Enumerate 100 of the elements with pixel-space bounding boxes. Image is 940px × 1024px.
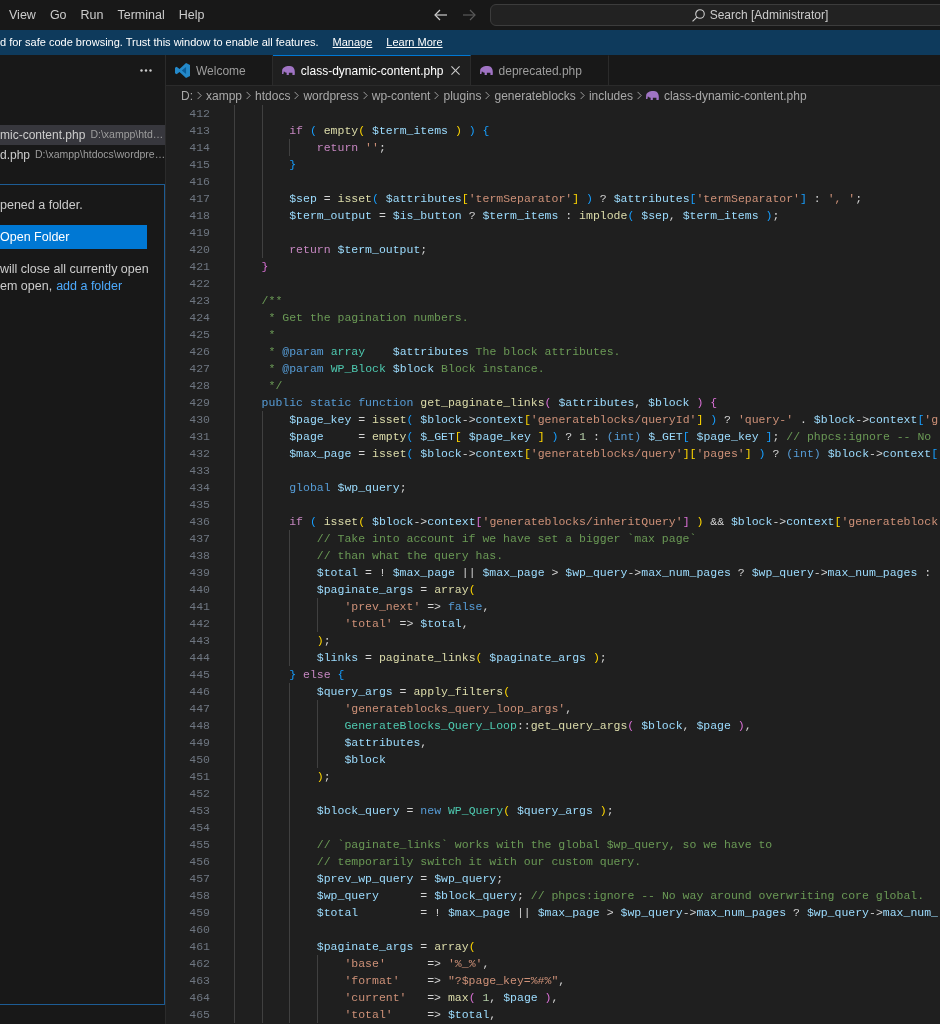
line-number: 418	[189, 208, 210, 224]
code-line: * Get the pagination numbers.	[267, 310, 469, 326]
line-number: 452	[189, 786, 210, 802]
code-line: $sep = isset( $attributes['termSeparator'] ) ? $attributes['termSeparator'] : ', ';	[289, 191, 863, 207]
menu-item[interactable]: Help	[171, 4, 212, 26]
code-line: 'prev_next' => false,	[344, 599, 490, 615]
line-number: 425	[189, 327, 210, 343]
breadcrumb-item[interactable]: wordpress	[303, 86, 359, 105]
menu-item[interactable]: Terminal	[110, 4, 172, 26]
line-number: 464	[189, 990, 210, 1006]
code-line: */	[267, 378, 283, 394]
line-number: 426	[189, 344, 210, 360]
line-number: 415	[189, 157, 210, 173]
banner-message: d for safe code browsing. Trust this window to enable all features.	[0, 35, 319, 51]
line-number: 428	[189, 378, 210, 394]
code-line: if ( isset( $block->context['generateblocks/inheritQuery'] ) && $block->context['generateblock	[289, 514, 939, 530]
code-line: $max_page = isset( $block->context['generateblocks/query']['pages'] ) ? (int) $block->context[	[289, 446, 939, 462]
line-number: 416	[189, 174, 210, 190]
code-line: $page_key = isset( $block->context['generateblocks/queryId'] ) ? 'query-' . $block->context['g	[289, 412, 939, 428]
search-box[interactable]: Search [Administrator]	[490, 4, 940, 26]
code-line: if ( empty( $term_items ) ) {	[289, 123, 490, 139]
panel-message: pened a folder.	[0, 197, 83, 214]
open-editor-item[interactable]: mic-content.php D:\xampp\htd…	[0, 125, 165, 145]
code-line: // Take into account if we have set a bigger `max page`	[316, 531, 697, 547]
open-folder-button[interactable]: Open Folder	[0, 225, 147, 249]
breadcrumb-item[interactable]: D:	[181, 86, 193, 105]
line-number: 458	[189, 888, 210, 904]
code-line: $block_query = new WP_Query( $query_args );	[316, 803, 614, 819]
code-line: 'generateblocks_query_loop_args',	[344, 701, 573, 717]
line-number: 441	[189, 599, 210, 615]
code-line: global $wp_query;	[289, 480, 407, 496]
elephant-icon	[645, 91, 659, 100]
code-line: $page = empty( $_GET[ $page_key ] ) ? 1 : (int) $_GET[ $page_key ]; // phpcs:ignore -- No	[289, 429, 932, 445]
code-line: GenerateBlocks_Query_Loop::get_query_args( $block, $page ),	[344, 718, 752, 734]
code-line: // `paginate_links` works with the global $wp_query, so we have to	[316, 837, 773, 853]
line-number: 453	[189, 803, 210, 819]
code-line: $query_args = apply_filters(	[316, 684, 511, 700]
line-number: 455	[189, 837, 210, 853]
line-number: 462	[189, 956, 210, 972]
code-line: 'format' => "?$page_key=%#%",	[344, 973, 566, 989]
code-line: );	[316, 769, 331, 785]
code-line: 'base' => '%_%',	[344, 956, 490, 972]
line-number: 463	[189, 973, 210, 989]
banner-link[interactable]: Manage	[332, 34, 373, 51]
line-number: 440	[189, 582, 210, 598]
panel-text: will close all currently open	[0, 261, 149, 278]
line-number: 433	[189, 463, 210, 479]
editor-tab[interactable]: class-dynamic-content.php	[272, 55, 471, 85]
line-number: 413	[189, 123, 210, 139]
line-number: 461	[189, 939, 210, 955]
logo-icon	[175, 63, 190, 78]
line-number: 420	[189, 242, 210, 258]
menu-item[interactable]: Run	[73, 4, 111, 26]
breadcrumb-item[interactable]: plugins	[443, 86, 482, 105]
code-line: $total = ! $max_page || $max_page > $wp_query->max_num_pages ? $wp_query->max_num_pages :	[316, 565, 932, 581]
line-number: 432	[189, 446, 210, 462]
code-line: return $term_output;	[289, 242, 428, 258]
code-line: /**	[261, 293, 283, 309]
code-line: // temporarily switch it with our custom query.	[316, 854, 642, 870]
close-icon[interactable]	[451, 66, 461, 75]
line-number: 450	[189, 752, 210, 768]
line-number: 447	[189, 701, 210, 717]
breadcrumb-item[interactable]: xampp	[206, 86, 243, 105]
code-line: );	[316, 633, 331, 649]
chevron-right-icon	[485, 91, 491, 100]
breadcrumb-item[interactable]: htdocs	[255, 86, 291, 105]
chevron-right-icon	[434, 91, 440, 100]
chevron-right-icon	[362, 91, 368, 100]
menu-item[interactable]: View	[2, 4, 43, 26]
breadcrumb-item[interactable]: generateblocks	[494, 86, 576, 105]
code-line: } else {	[289, 667, 345, 683]
line-number: 434	[189, 480, 210, 496]
code-line: $prev_wp_query = $wp_query;	[316, 871, 504, 887]
line-number: 442	[189, 616, 210, 632]
line-number: 465	[189, 1007, 210, 1023]
code-line: 'total' => $total,	[344, 1007, 497, 1023]
code-line: *	[267, 327, 276, 343]
menu-item[interactable]: Go	[42, 4, 74, 26]
chevron-right-icon	[636, 91, 642, 100]
line-number: 422	[189, 276, 210, 292]
elephant-icon	[479, 66, 493, 75]
chevron-right-icon	[294, 91, 300, 100]
code-line: // than what the query has.	[316, 548, 504, 564]
text-link[interactable]: add a folder	[56, 278, 123, 295]
breadcrumb-item[interactable]: includes	[588, 86, 633, 105]
breadcrumb-item[interactable]: wp-content	[371, 86, 431, 105]
code-line: }	[289, 157, 297, 173]
code-line: $wp_query = $block_query; // phpcs:ignore -- No way around overwriting core global.	[316, 888, 925, 904]
code-line: public static function get_paginate_links( $attributes, $block ) {	[261, 395, 718, 411]
line-number: 414	[189, 140, 210, 156]
line-number: 435	[189, 497, 210, 513]
line-number: 443	[189, 633, 210, 649]
banner-link[interactable]: Learn More	[386, 34, 443, 51]
code-line: return '';	[316, 140, 386, 156]
chevron-right-icon	[579, 91, 585, 100]
more-icon[interactable]	[140, 69, 152, 72]
open-editor-item[interactable]: d.php D:\xampp\htdocs\wordpre…	[0, 145, 165, 165]
code-line: 'current' => max( 1, $page ),	[344, 990, 559, 1006]
line-number: 421	[189, 259, 210, 275]
breadcrumb-item[interactable]: class-dynamic-content.php	[645, 86, 807, 105]
